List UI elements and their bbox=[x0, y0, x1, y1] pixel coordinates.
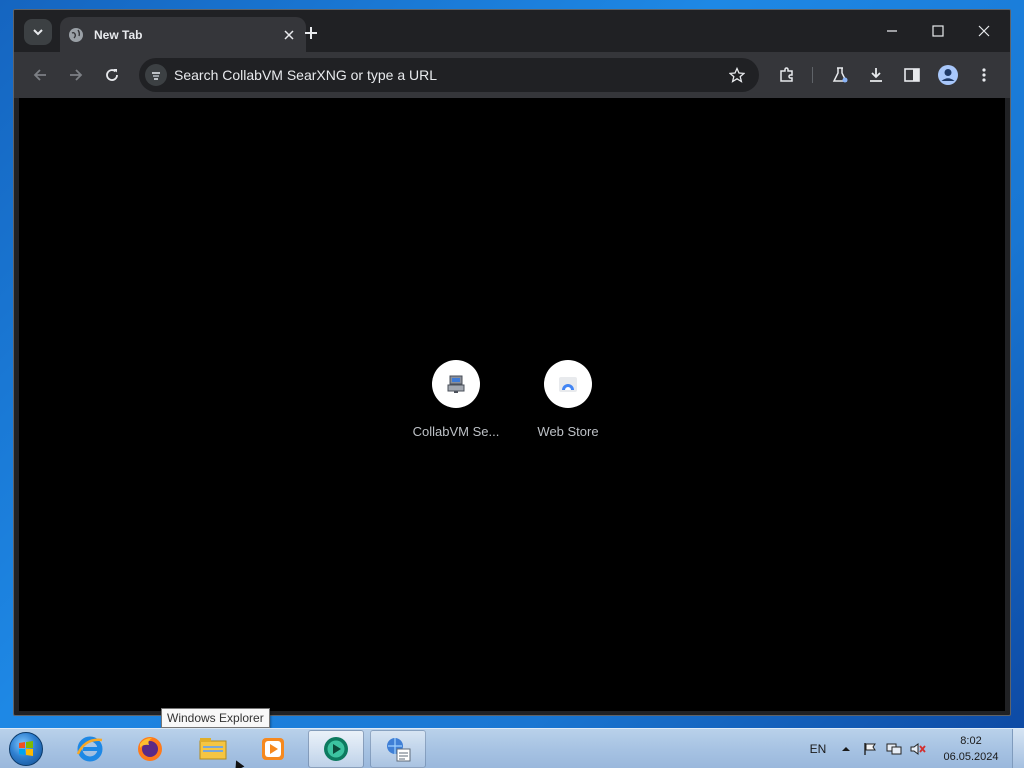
maximize-icon bbox=[932, 25, 944, 37]
volume-muted-icon bbox=[910, 743, 926, 755]
shortcut-icon-circle bbox=[432, 360, 480, 408]
download-icon bbox=[870, 68, 882, 82]
more-vert-icon bbox=[982, 68, 986, 82]
menu-button[interactable] bbox=[970, 61, 998, 89]
bookmark-star-icon[interactable] bbox=[723, 61, 751, 89]
language-indicator[interactable]: EN bbox=[805, 729, 831, 768]
network-tray[interactable] bbox=[884, 729, 904, 768]
address-bar[interactable]: Search CollabVM SearXNG or type a URL bbox=[139, 58, 759, 92]
show-desktop-button[interactable] bbox=[1012, 729, 1024, 768]
site-info-icon[interactable] bbox=[145, 64, 167, 86]
reload-button[interactable] bbox=[98, 61, 126, 89]
address-bar-placeholder: Search CollabVM SearXNG or type a URL bbox=[174, 67, 437, 83]
chevron-down-icon bbox=[33, 29, 43, 36]
forward-button[interactable] bbox=[62, 61, 90, 89]
tab-search-button[interactable] bbox=[24, 19, 52, 45]
new-tab-button[interactable] bbox=[298, 20, 324, 46]
maximize-button[interactable] bbox=[915, 10, 961, 52]
collabvm-icon bbox=[447, 375, 465, 393]
show-hidden-icons-button[interactable] bbox=[838, 729, 854, 768]
shortcut-icon-circle bbox=[544, 360, 592, 408]
tab-new-tab[interactable]: New Tab bbox=[60, 17, 306, 52]
taskbar-network-monitor[interactable] bbox=[370, 730, 426, 768]
browser-window: New Tab Search CollabVM SearXNG or type … bbox=[13, 9, 1011, 716]
close-icon bbox=[978, 25, 990, 37]
minimize-icon bbox=[887, 30, 897, 32]
plus-icon bbox=[305, 27, 317, 39]
arrow-right-icon bbox=[70, 69, 83, 81]
extensions-button[interactable] bbox=[773, 61, 801, 89]
back-button[interactable] bbox=[26, 61, 54, 89]
puzzle-icon bbox=[780, 67, 793, 82]
tab-strip: New Tab bbox=[14, 10, 1010, 52]
internet-explorer-icon bbox=[76, 736, 103, 762]
arrow-left-icon bbox=[33, 69, 46, 81]
flask-icon bbox=[832, 67, 848, 83]
taskbar: EN 8:02 06.05.2024 bbox=[0, 728, 1024, 768]
web-store-icon bbox=[559, 377, 577, 392]
windows-logo-icon bbox=[9, 732, 43, 766]
windows-explorer-icon bbox=[199, 738, 227, 760]
taskbar-tooltip: Windows Explorer bbox=[161, 708, 270, 728]
tab-title: New Tab bbox=[94, 27, 143, 42]
profile-button[interactable] bbox=[934, 61, 962, 89]
downloads-button[interactable] bbox=[862, 61, 890, 89]
shortcut-label: Web Store bbox=[537, 424, 599, 439]
network-monitor-icon bbox=[387, 738, 411, 762]
clock-date: 06.05.2024 bbox=[943, 751, 999, 763]
shortcut-label: CollabVM Se... bbox=[412, 424, 500, 439]
browser-toolbar: Search CollabVM SearXNG or type a URL bbox=[14, 52, 1010, 98]
avatar-icon bbox=[938, 65, 958, 85]
system-clock[interactable]: 8:02 06.05.2024 bbox=[936, 733, 1006, 765]
toolbar-separator bbox=[812, 67, 813, 83]
flag-icon bbox=[864, 743, 876, 755]
media-player-icon bbox=[262, 738, 284, 760]
clock-time: 8:02 bbox=[960, 735, 982, 747]
side-panel-icon bbox=[904, 68, 920, 82]
minimize-button[interactable] bbox=[869, 10, 915, 52]
reload-icon bbox=[106, 69, 118, 81]
shortcut-web-store[interactable]: Web Store bbox=[512, 360, 624, 439]
taskbar-firefox[interactable] bbox=[122, 730, 178, 768]
close-window-button[interactable] bbox=[961, 10, 1007, 52]
taskbar-internet-explorer[interactable] bbox=[62, 730, 118, 768]
firefox-icon bbox=[138, 737, 162, 761]
start-button[interactable] bbox=[6, 730, 46, 768]
network-icon bbox=[886, 743, 902, 755]
volume-tray[interactable] bbox=[908, 729, 928, 768]
side-panel-button[interactable] bbox=[898, 61, 926, 89]
close-tab-icon[interactable] bbox=[280, 26, 298, 44]
globe-icon bbox=[68, 27, 84, 43]
taskbar-chrome-beta[interactable] bbox=[308, 730, 364, 768]
chevron-up-icon bbox=[842, 747, 850, 751]
new-tab-page: CollabVM Se... Web Store bbox=[19, 98, 1005, 711]
chrome-beta-icon bbox=[324, 737, 348, 761]
shortcut-collabvm-searxng[interactable]: CollabVM Se... bbox=[400, 360, 512, 439]
labs-button[interactable] bbox=[826, 61, 854, 89]
action-center-tray[interactable] bbox=[860, 729, 880, 768]
taskbar-media-player[interactable] bbox=[245, 730, 301, 768]
